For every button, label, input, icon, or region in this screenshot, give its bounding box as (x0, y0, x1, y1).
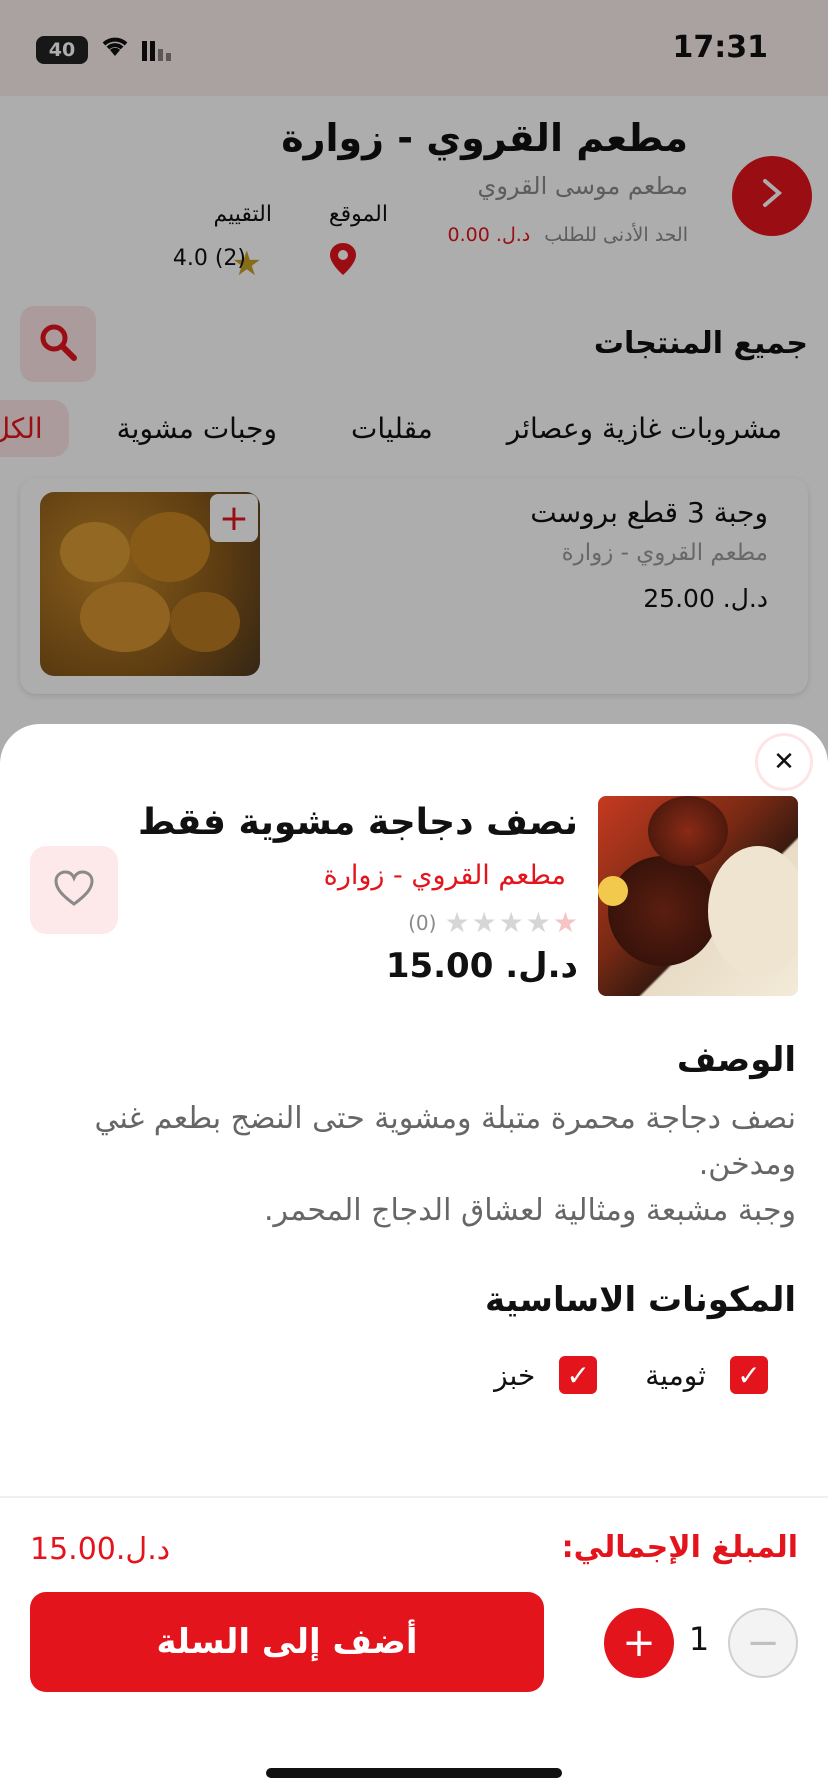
description-text: نصف دجاجة محمرة متبلة ومشوية حتى النضج ب… (94, 1101, 796, 1228)
star-icon: ★ (498, 906, 524, 939)
quantity-value: 1 (688, 1620, 710, 1658)
product-price: د.ل. 15.00 (385, 946, 578, 986)
rating-count: (0) (408, 910, 437, 935)
total-label: المبلغ الإجمالي: (561, 1530, 798, 1565)
quantity-increase-button[interactable]: + (604, 1608, 674, 1678)
product-sheet: ✕ نصف دجاجة مشوية فقط مطعم القروي - زوار… (0, 724, 828, 1792)
ingredients-title: المكونات الاساسية (485, 1280, 796, 1320)
checkbox-checked-icon[interactable]: ✓ (559, 1356, 598, 1394)
ingredients-list: ✓ ثومية ✓ خبز (494, 1356, 768, 1394)
total-value: د.ل.15.00 (30, 1532, 171, 1567)
footer-divider (0, 1496, 828, 1498)
close-button[interactable]: ✕ (758, 736, 810, 788)
home-indicator[interactable] (266, 1768, 562, 1778)
description-title: الوصف (676, 1040, 796, 1080)
ingredient-bread[interactable]: ✓ خبز (494, 1356, 598, 1394)
product-restaurant[interactable]: مطعم القروي - زوارة (324, 860, 566, 891)
product-title: نصف دجاجة مشوية فقط (137, 802, 578, 843)
favorite-button[interactable] (30, 846, 118, 934)
ingredient-garlic[interactable]: ✓ ثومية (645, 1356, 768, 1394)
ingredient-label: خبز (494, 1358, 536, 1392)
minus-icon: − (746, 1620, 780, 1666)
add-to-cart-button[interactable]: أضف إلى السلة (30, 1592, 544, 1692)
plus-icon: + (622, 1620, 656, 1666)
quantity-decrease-button[interactable]: − (728, 1608, 798, 1678)
star-icon: ★ (525, 906, 551, 939)
close-icon: ✕ (773, 747, 795, 777)
star-icon: ★ (552, 906, 578, 939)
star-icon: ★ (471, 906, 497, 939)
ingredient-label: ثومية (645, 1358, 706, 1392)
product-image (598, 796, 798, 996)
heart-icon (53, 869, 95, 911)
product-rating: ★ ★ ★ ★ ★ (0) (408, 906, 578, 939)
checkbox-checked-icon[interactable]: ✓ (730, 1356, 768, 1394)
star-icon: ★ (444, 906, 470, 939)
